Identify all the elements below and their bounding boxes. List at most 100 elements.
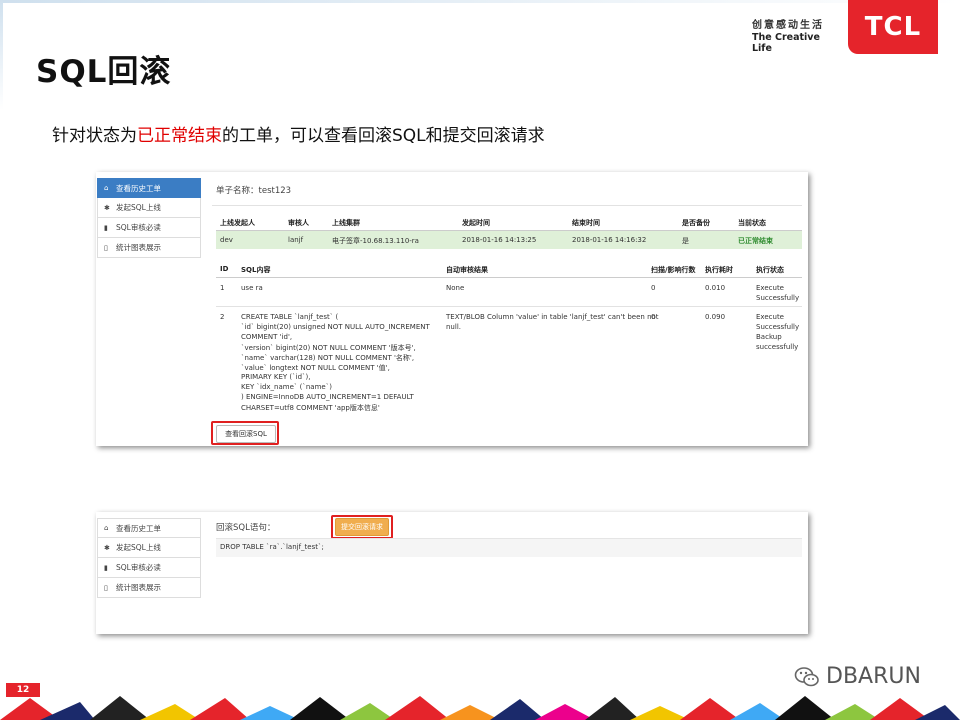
order-name-value: test123 bbox=[258, 186, 292, 196]
info-header: 上线发起人 bbox=[220, 219, 255, 227]
watermark-text: DBARUN bbox=[826, 664, 921, 689]
detail-header: SQL内容 bbox=[241, 266, 271, 274]
row-status: successfully bbox=[756, 343, 799, 351]
watermark: DBARUN bbox=[794, 664, 921, 689]
info-cell: lanjf bbox=[288, 236, 304, 244]
row-sql: CHARSET=utf8 COMMENT 'app版本信息' bbox=[241, 404, 380, 412]
row-sql: `value` longtext NOT NULL COMMENT '值', bbox=[241, 364, 390, 372]
subtitle-highlight: 已正常结束 bbox=[137, 126, 222, 146]
sidebar-nav: ⌂ 查看历史工单 ✱ 发起SQL上线 ▮ SQL审核必读 ▯ 统计图表展示 bbox=[97, 178, 201, 258]
info-header: 结束时间 bbox=[572, 219, 600, 227]
row-status: Execute bbox=[756, 313, 784, 321]
asterisk-icon: ✱ bbox=[104, 543, 110, 552]
detail-header: ID bbox=[220, 265, 229, 273]
asterisk-icon: ✱ bbox=[104, 203, 110, 212]
info-cell: 2018-01-16 14:16:32 bbox=[572, 236, 647, 244]
book-icon: ▮ bbox=[104, 223, 108, 232]
row-sql: KEY `idx_name` (`name`) bbox=[241, 383, 332, 391]
sidebar-item-label: 查看历史工单 bbox=[116, 523, 161, 533]
row-result: None bbox=[446, 284, 465, 292]
subtitle-post: 的工单，可以查看回滚SQL和提交回滚请求 bbox=[222, 126, 545, 146]
sidebar-item-label: 统计图表展示 bbox=[116, 583, 161, 592]
logo-text: TCL bbox=[864, 12, 922, 42]
highlight-box bbox=[331, 515, 393, 539]
row-status: Execute bbox=[756, 284, 784, 292]
status-badge: 已正常结束 bbox=[738, 237, 773, 245]
sidebar-item-charts[interactable]: ▯ 统计图表展示 bbox=[97, 578, 201, 598]
order-detail-screenshot: ⌂ 查看历史工单 ✱ 发起SQL上线 ▮ SQL审核必读 ▯ 统计图表展示 单子名称：t… bbox=[96, 172, 808, 446]
highlight-box bbox=[211, 421, 279, 445]
rollback-sql-text: DROP TABLE `ra`.`lanjf_test`; bbox=[220, 543, 324, 551]
row-id: 2 bbox=[220, 313, 225, 321]
row-affected: 0 bbox=[651, 284, 656, 292]
slide-title: SQL回滚 bbox=[36, 54, 172, 90]
sidebar-item-sql-guide[interactable]: ▮ SQL审核必读 bbox=[97, 558, 201, 578]
row-affected: 0 bbox=[651, 313, 656, 321]
row-sql: `version` bigint(20) NOT NULL COMMENT '版… bbox=[241, 344, 416, 352]
detail-header: 自动审核结果 bbox=[446, 266, 488, 274]
divider bbox=[216, 277, 802, 278]
row-time: 0.010 bbox=[705, 284, 726, 292]
tcl-logo: TCL bbox=[848, 0, 938, 54]
row-sql: ) ENGINE=InnoDB AUTO_INCREMENT=1 DEFAULT bbox=[241, 393, 414, 401]
info-cell: 2018-01-16 14:13:25 bbox=[462, 236, 537, 244]
row-sql: COMMENT 'id', bbox=[241, 333, 293, 341]
info-header: 上线集群 bbox=[332, 219, 360, 227]
file-icon: ▯ bbox=[104, 243, 108, 252]
sidebar-nav: ⌂ 查看历史工单 ✱ 发起SQL上线 ▮ SQL审核必读 ▯ 统计图表展示 bbox=[97, 518, 201, 598]
row-sql: `name` varchar(128) NOT NULL COMMENT '名称… bbox=[241, 354, 415, 362]
info-cell: 电子签章-10.68.13.110-ra bbox=[332, 237, 419, 245]
sidebar-item-label: 发起SQL上线 bbox=[116, 203, 161, 212]
book-icon: ▮ bbox=[104, 563, 108, 572]
row-status: Backup bbox=[756, 333, 782, 341]
home-icon: ⌂ bbox=[104, 184, 109, 192]
row-id: 1 bbox=[220, 284, 225, 292]
order-name-label: 单子名称： bbox=[216, 186, 259, 196]
sidebar-item-label: 统计图表展示 bbox=[116, 243, 161, 252]
row-result: null. bbox=[446, 323, 461, 331]
slide-subtitle: 针对状态为已正常结束的工单，可以查看回滚SQL和提交回滚请求 bbox=[52, 121, 545, 146]
tagline-cn: 创意感动生活 bbox=[752, 20, 824, 31]
info-header: 审核人 bbox=[288, 219, 309, 227]
info-cell: dev bbox=[220, 236, 233, 244]
divider bbox=[212, 205, 802, 206]
sidebar-item-label: 发起SQL上线 bbox=[116, 543, 161, 552]
sidebar-item-label: 查看历史工单 bbox=[116, 183, 161, 193]
row-time: 0.090 bbox=[705, 313, 726, 321]
info-header: 发起时间 bbox=[462, 219, 490, 227]
row-sql: `id` bigint(20) unsigned NOT NULL AUTO_I… bbox=[241, 323, 430, 331]
detail-header: 扫描/影响行数 bbox=[651, 266, 696, 274]
row-status: Successfully bbox=[756, 323, 800, 331]
row-sql: use ra bbox=[241, 284, 263, 292]
brand-tagline: 创意感动生活 The Creative Life bbox=[752, 16, 842, 54]
sidebar-item-history[interactable]: ⌂ 查看历史工单 bbox=[97, 518, 201, 538]
rollback-screenshot: ⌂ 查看历史工单 ✱ 发起SQL上线 ▮ SQL审核必读 ▯ 统计图表展示 回滚SQL语… bbox=[96, 512, 808, 634]
home-icon: ⌂ bbox=[104, 524, 109, 532]
sidebar-item-charts[interactable]: ▯ 统计图表展示 bbox=[97, 238, 201, 258]
row-sql: PRIMARY KEY (`id`), bbox=[241, 373, 311, 381]
info-cell: 是 bbox=[682, 237, 689, 245]
info-header: 是否备份 bbox=[682, 219, 710, 227]
row-status: Successfully bbox=[756, 294, 800, 302]
sidebar-item-submit-sql[interactable]: ✱ 发起SQL上线 bbox=[97, 538, 201, 558]
top-decor-rule bbox=[0, 0, 960, 3]
divider bbox=[216, 306, 802, 307]
sidebar-item-sql-guide[interactable]: ▮ SQL审核必读 bbox=[97, 218, 201, 238]
tagline-en: The Creative Life bbox=[752, 32, 820, 54]
detail-header: 执行状态 bbox=[756, 266, 784, 274]
row-sql: CREATE TABLE `lanjf_test` ( bbox=[241, 313, 339, 321]
wechat-icon bbox=[794, 666, 819, 686]
sidebar-item-history[interactable]: ⌂ 查看历史工单 bbox=[97, 178, 201, 198]
detail-header: 执行耗时 bbox=[705, 266, 733, 274]
footer-decor-strip bbox=[0, 696, 960, 720]
info-header: 当前状态 bbox=[738, 219, 766, 227]
row-result: TEXT/BLOB Column 'value' in table 'lanjf… bbox=[446, 313, 659, 321]
sidebar-item-label: SQL审核必读 bbox=[116, 563, 161, 572]
sidebar-item-label: SQL审核必读 bbox=[116, 223, 161, 232]
order-name: 单子名称：test123 bbox=[216, 184, 291, 196]
file-icon: ▯ bbox=[104, 583, 108, 592]
subtitle-pre: 针对状态为 bbox=[52, 126, 137, 146]
sidebar-item-submit-sql[interactable]: ✱ 发起SQL上线 bbox=[97, 198, 201, 218]
left-decor-rule bbox=[0, 0, 3, 110]
rollback-sql-label: 回滚SQL语句： bbox=[216, 523, 276, 533]
